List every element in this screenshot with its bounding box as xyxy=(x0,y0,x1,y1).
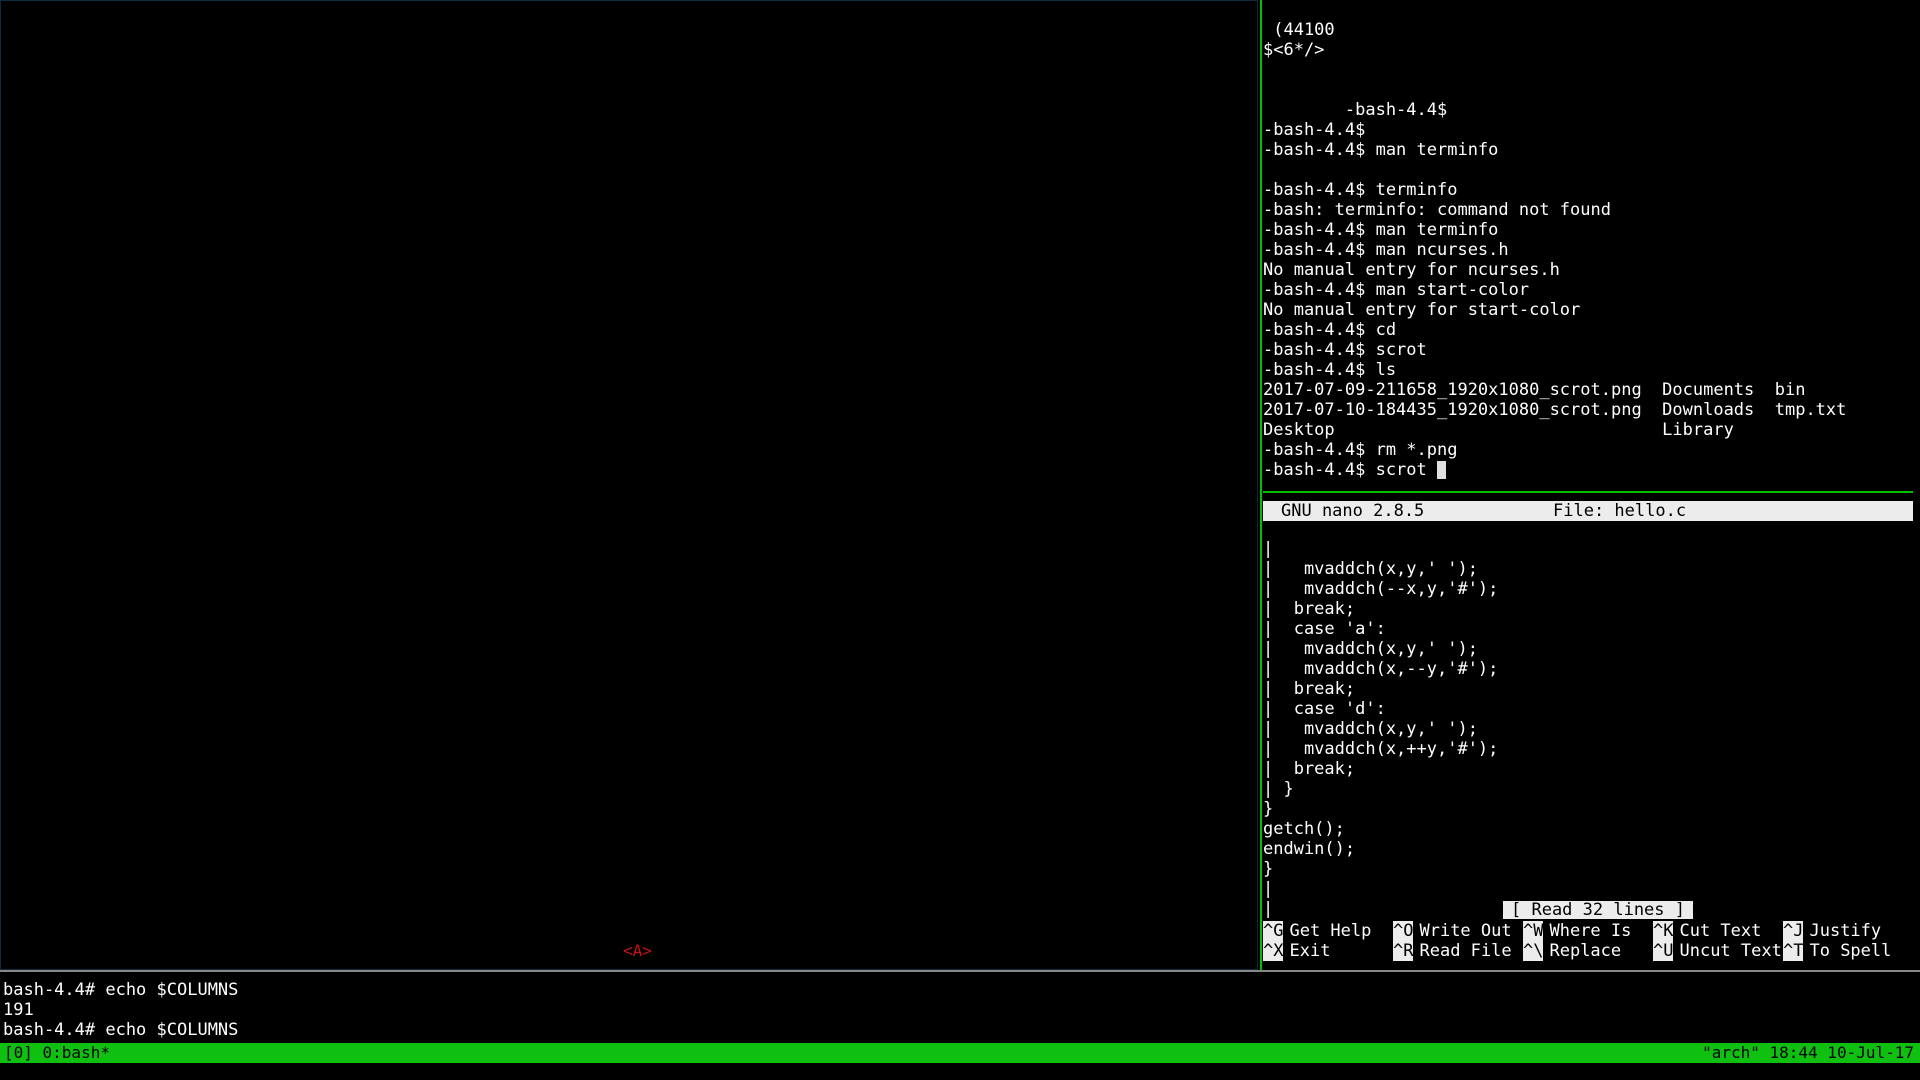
shell-line: No manual entry for start-color xyxy=(1263,300,1581,320)
shell-line: -bash-4.4$ terminfo xyxy=(1263,180,1458,200)
code-line: | mvaddch(x,y,' '); xyxy=(1263,719,1478,739)
nano-status-message: [ Read 32 lines ] xyxy=(1503,901,1693,919)
code-line: } xyxy=(1263,859,1274,879)
shell-line: -bash-4.4$ man ncurses.h xyxy=(1263,240,1509,260)
shell-line: Desktop Library xyxy=(1263,420,1734,440)
shortcut-label: Where Is xyxy=(1549,921,1632,941)
shortcut-to-spell[interactable]: ^T To Spell xyxy=(1783,941,1891,961)
bottom-shell-pane[interactable]: bash-4.4# echo $COLUMNS 191 bash-4.4# ec… xyxy=(3,980,238,1040)
nano-filename: File: hello.c xyxy=(1553,501,1687,521)
shortcut-key: ^O xyxy=(1393,921,1414,941)
shortcut-key: ^W xyxy=(1523,921,1544,941)
tmux-status-bar: [0] 0:bash* "arch" 18:44 10-Jul-17 xyxy=(0,1043,1920,1063)
shell-line: bash-4.4# echo $COLUMNS xyxy=(3,1020,239,1040)
code-line: | xyxy=(1263,879,1274,899)
shell-line: -bash-4.4$ ls xyxy=(1263,360,1397,380)
shortcut-label: Write Out xyxy=(1419,921,1512,941)
shell-line: bash-4.4# echo $COLUMNS xyxy=(3,980,239,1000)
shell-line: $<6*/> xyxy=(1263,40,1325,60)
shortcut-key: ^R xyxy=(1393,941,1414,961)
code-line: } xyxy=(1263,799,1274,819)
code-line: | mvaddch(x,y,' '); xyxy=(1263,639,1478,659)
shortcut-get-help[interactable]: ^G Get Help xyxy=(1263,921,1371,941)
shell-line: -bash: terminfo: command not found xyxy=(1263,200,1611,220)
shortcut-where-is[interactable]: ^W Where Is xyxy=(1523,921,1631,941)
shortcut-exit[interactable]: ^X Exit xyxy=(1263,941,1330,961)
shortcut-label: Cut Text xyxy=(1679,921,1762,941)
shortcut-label: Justify xyxy=(1809,921,1882,941)
shell-prompt: -bash-4.4$ scrot xyxy=(1263,460,1427,480)
tmux-window-list[interactable]: [0] 0:bash* xyxy=(4,1043,110,1063)
shortcut-key: ^G xyxy=(1263,921,1284,941)
nano-shortcut-row: ^X Exit ^R Read File ^\ Replace ^U Uncut Tex… xyxy=(1263,941,1913,961)
shell-line: -bash-4.4$ man terminfo xyxy=(1263,220,1499,240)
shortcut-write-out[interactable]: ^O Write Out xyxy=(1393,921,1512,941)
code-line: | xyxy=(1263,539,1274,559)
code-line: | } xyxy=(1263,779,1294,799)
horizontal-pane-divider[interactable] xyxy=(1263,491,1913,493)
nano-version: GNU nano 2.8.5 xyxy=(1281,501,1425,521)
shortcut-label: Get Help xyxy=(1289,921,1372,941)
code-line: | case 'a': xyxy=(1263,619,1386,639)
code-line: | xyxy=(1263,899,1274,919)
nano-titlebar: GNU nano 2.8.5 File: hello.c xyxy=(1263,501,1913,521)
shell-line: -bash-4.4$ xyxy=(1263,100,1448,120)
shortcut-key: ^U xyxy=(1653,941,1674,961)
shortcut-key: ^J xyxy=(1783,921,1804,941)
shell-line: (44100 xyxy=(1263,20,1335,40)
nano-shortcut-row: ^G Get Help ^O Write Out ^W Where Is ^K Cut … xyxy=(1263,921,1913,941)
shortcut-justify[interactable]: ^J Justify xyxy=(1783,921,1881,941)
shell-line: -bash-4.4$ xyxy=(1263,120,1366,140)
vertical-pane-divider[interactable] xyxy=(1260,0,1262,972)
code-line: | break; xyxy=(1263,759,1356,779)
shortcut-key: ^X xyxy=(1263,941,1284,961)
code-line: | mvaddch(x,--y,'#'); xyxy=(1263,659,1499,679)
shortcut-label: Replace xyxy=(1549,941,1622,961)
shortcut-label: Uncut Text xyxy=(1679,941,1782,961)
shortcut-replace[interactable]: ^\ Replace xyxy=(1523,941,1621,961)
shortcut-label: Read File xyxy=(1419,941,1512,961)
shell-line: -bash-4.4$ scrot xyxy=(1263,340,1427,360)
code-line: | mvaddch(--x,y,'#'); xyxy=(1263,579,1499,599)
shell-line: 2017-07-10-184435_1920x1080_scrot.png Do… xyxy=(1263,400,1847,420)
text-cursor xyxy=(1437,461,1447,479)
nano-editor-text[interactable]: | | mvaddch(x,y,' '); | mvaddch(--x,y,'#… xyxy=(1263,539,1498,919)
nano-pane[interactable]: GNU nano 2.8.5 File: hello.c | | mvaddch… xyxy=(1263,501,1913,971)
code-line: getch(); xyxy=(1263,819,1345,839)
tmux-status-right: "arch" 18:44 10-Jul-17 xyxy=(1702,1043,1914,1062)
shell-line: -bash-4.4$ rm *.png xyxy=(1263,440,1458,460)
code-line: | break; xyxy=(1263,679,1356,699)
shortcut-key: ^T xyxy=(1783,941,1804,961)
code-line: | break; xyxy=(1263,599,1356,619)
shell-pane[interactable]: (44100 $<6*/> -bash-4.4$ -bash-4.4$ -bas… xyxy=(1263,20,1913,492)
shell-line: -bash-4.4$ man terminfo xyxy=(1263,140,1499,160)
shortcut-label: Exit xyxy=(1289,941,1331,961)
shell-line: No manual entry for ncurses.h xyxy=(1263,260,1560,280)
shell-line: 191 xyxy=(3,1000,34,1020)
shortcut-key: ^\ xyxy=(1523,941,1544,961)
shell-line: 2017-07-09-211658_1920x1080_scrot.png Do… xyxy=(1263,380,1806,400)
shell-output: (44100 $<6*/> -bash-4.4$ -bash-4.4$ -bas… xyxy=(1263,20,1846,480)
code-line: | mvaddch(x,++y,'#'); xyxy=(1263,739,1499,759)
code-line: endwin(); xyxy=(1263,839,1356,859)
shortcut-label: To Spell xyxy=(1809,941,1892,961)
left-pane[interactable]: <A> xyxy=(0,0,1258,970)
shell-line: -bash-4.4$ cd xyxy=(1263,320,1397,340)
shortcut-key: ^K xyxy=(1653,921,1674,941)
shortcut-cut-text[interactable]: ^K Cut Text xyxy=(1653,921,1761,941)
code-line: | mvaddch(x,y,' '); xyxy=(1263,559,1478,579)
code-line: | case 'd': xyxy=(1263,699,1386,719)
pane-marker: <A> xyxy=(623,941,652,960)
shortcut-uncut-text[interactable]: ^U Uncut Text xyxy=(1653,941,1782,961)
shell-prompt-line[interactable]: -bash-4.4$ scrot xyxy=(1263,460,1846,480)
shell-line: -bash-4.4$ man start-color xyxy=(1263,280,1530,300)
bottom-pane-divider[interactable] xyxy=(0,970,1920,972)
shortcut-read-file[interactable]: ^R Read File xyxy=(1393,941,1512,961)
